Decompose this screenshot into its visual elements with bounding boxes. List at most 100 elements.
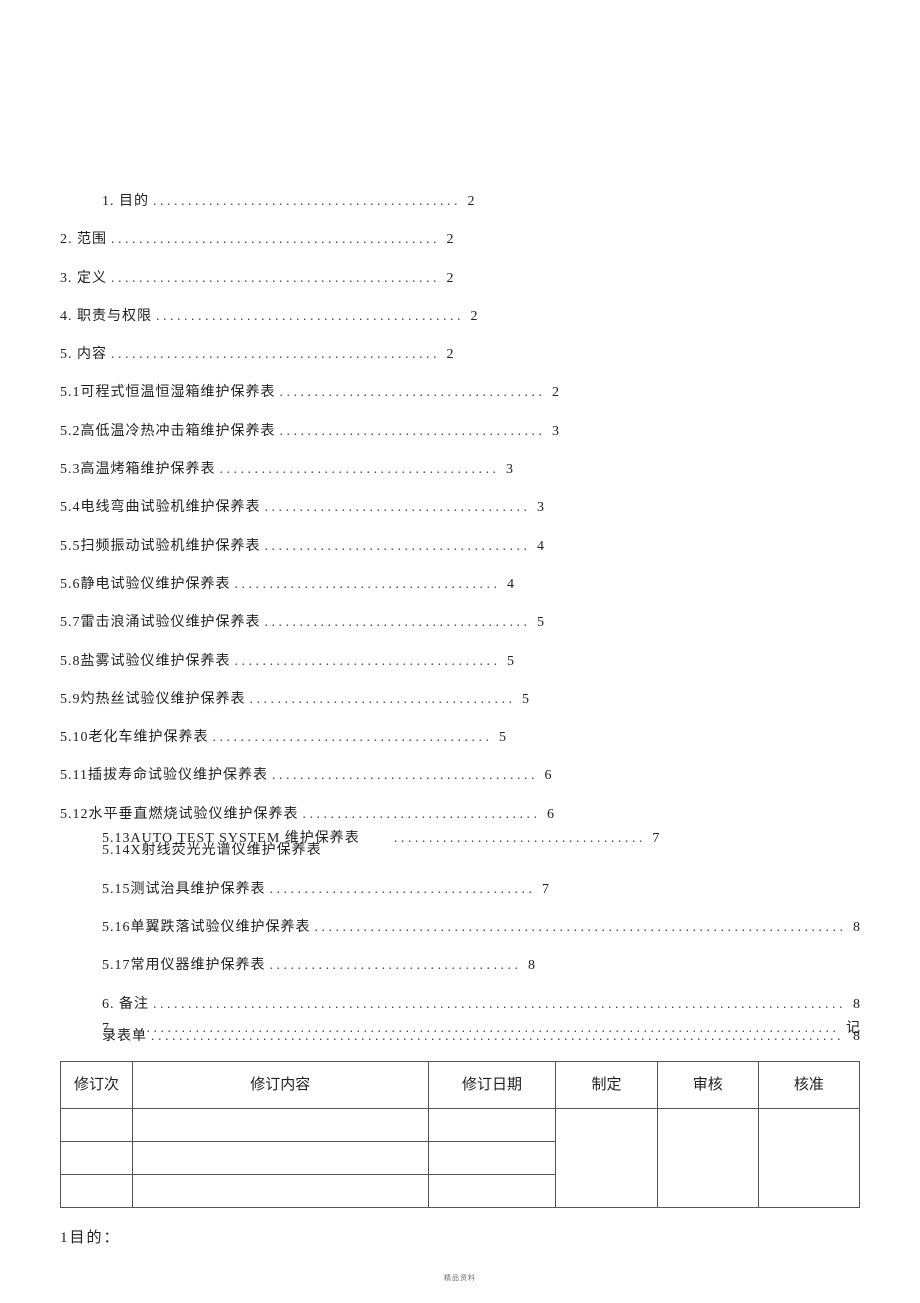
toc-leader-dots: . . . . . . . . . . . . . . . . . . . . … [235,652,498,672]
toc-leader-dots: . . . . . . . . . . . . . . . . . . . . … [235,575,498,595]
toc-leader-dots: . . . . . . . . . . . . . . . . . . . . … [213,728,490,748]
toc-entry: 5.2高低温冷热冲击箱维护保养表 . . . . . . . . . . . .… [60,422,860,442]
toc-leader-dots: . . . . . . . . . . . . . . . . . . . . … [315,918,844,938]
cell-rev [61,1175,133,1208]
toc-label: 5.17常用仪器维护保养表 [102,956,266,976]
toc-label: 5.7雷击浪涌试验仪维护保养表 [60,613,261,633]
toc-leader-dots: . . . . . . . . . . . . . . . . . . . . … [153,192,458,212]
cell-reviewer [657,1109,758,1208]
toc-entry: 5.1可程式恒温恒湿箱维护保养表 . . . . . . . . . . . .… [60,383,860,403]
toc-entry: 2. 范围 . . . . . . . . . . . . . . . . . … [60,230,860,250]
toc-label: 5.3高温烤箱维护保养表 [60,460,216,480]
toc-entry: 1. 目的 . . . . . . . . . . . . . . . . . … [60,192,860,212]
revision-table: 修订次 修订内容 修订日期 制定 审核 核准 [60,1061,860,1208]
cell-content [132,1109,428,1142]
toc-entry: 5.9灼热丝试验仪维护保养表 . . . . . . . . . . . . .… [60,690,860,710]
cell-rev [61,1109,133,1142]
th-reviewer: 审核 [657,1062,758,1109]
toc-leader-dots: . . . . . . . . . . . . . . . . . . . . … [265,613,528,633]
toc-entry: 4. 职责与权限 . . . . . . . . . . . . . . . .… [60,307,860,327]
toc-leader-dots: . . . . . . . . . . . . . . . . . . . . … [265,498,528,518]
toc-label: 5.6静电试验仪维护保养表 [60,575,231,595]
toc-leader-dots: . . . . . . . . . . . . . . . . . . . . … [394,829,643,849]
toc-label: 5.1可程式恒温恒湿箱维护保养表 [60,383,276,403]
toc-leader-dots: . . . . . . . . . . . . . . . . . . . . … [111,269,437,289]
toc-entry: 录表单 . . . . . . . . . . . . . . . . . . … [60,1027,860,1047]
toc-page-number: 2 [552,383,559,403]
toc-label: 2. 范围 [60,230,107,250]
cell-approver [758,1109,859,1208]
toc-page-number: 3 [506,460,513,480]
table-header-row: 修订次 修订内容 修订日期 制定 审核 核准 [61,1062,860,1109]
cell-date [428,1175,556,1208]
toc-leader-dots: . . . . . . . . . . . . . . . . . . . . … [156,307,461,327]
toc-page-number: 4 [507,575,514,595]
toc-label: 5.2高低温冷热冲击箱维护保养表 [60,422,276,442]
toc-page-number: 4 [537,537,544,557]
toc-label: 5.8盐雾试验仪维护保养表 [60,652,231,672]
toc-page-number: 8 [853,1027,860,1047]
toc-entry: 5.3高温烤箱维护保养表 . . . . . . . . . . . . . .… [60,460,860,480]
toc-entry: 5. 内容 . . . . . . . . . . . . . . . . . … [60,345,860,365]
cell-date [428,1109,556,1142]
toc-entry: 5.16单翼跌落试验仪维护保养表 . . . . . . . . . . . .… [60,918,860,938]
toc-page-number: 5 [499,728,506,748]
toc-page-number: 2 [447,269,454,289]
toc-page-number: 3 [537,498,544,518]
toc-leader-dots: . . . . . . . . . . . . . . . . . . . . … [111,345,437,365]
toc-page-number: 5 [537,613,544,633]
th-revision-number: 修订次 [61,1062,133,1109]
toc-entry: 5.7雷击浪涌试验仪维护保养表 . . . . . . . . . . . . … [60,613,860,633]
toc-label: 5.4电线弯曲试验机维护保养表 [60,498,261,518]
th-revision-content: 修订内容 [132,1062,428,1109]
toc-page-number: 2 [468,192,475,212]
cell-content [132,1142,428,1175]
th-revision-date: 修订日期 [428,1062,556,1109]
toc-label: 5.12水平垂直燃烧试验仪维护保养表 [60,805,299,825]
toc-page-number: 2 [447,345,454,365]
toc-label: 录表单 [102,1027,147,1047]
toc-label: 5.11插拔寿命试验仪维护保养表 [60,766,268,786]
toc-leader-dots: . . . . . . . . . . . . . . . . . . . . … [303,805,538,825]
toc-entry: 5.17常用仪器维护保养表 . . . . . . . . . . . . . … [60,956,860,976]
th-approver: 核准 [758,1062,859,1109]
toc-entry: 5.8盐雾试验仪维护保养表 . . . . . . . . . . . . . … [60,652,860,672]
table-row [61,1109,860,1142]
toc-leader-dots: . . . . . . . . . . . . . . . . . . . . … [153,995,843,1015]
toc-entry: 5.11插拔寿命试验仪维护保养表 . . . . . . . . . . . .… [60,766,860,786]
toc-page-number: 2 [447,230,454,250]
toc-entry: 5.5扫频振动试验机维护保养表 . . . . . . . . . . . . … [60,537,860,557]
toc-entry: 5.12水平垂直燃烧试验仪维护保养表 . . . . . . . . . . .… [60,805,860,825]
toc-leader-dots: . . . . . . . . . . . . . . . . . . . . … [111,230,437,250]
toc-entry: 5.15测试治具维护保养表 . . . . . . . . . . . . . … [60,880,860,900]
toc-label: 5.10老化车维护保养表 [60,728,209,748]
cell-date [428,1142,556,1175]
toc-label: 1. 目的 [102,192,149,212]
toc-page-number: 8 [853,918,860,938]
revision-table-wrap: 修订次 修订内容 修订日期 制定 审核 核准 [60,1061,860,1208]
toc-block: 1. 目的 . . . . . . . . . . . . . . . . . … [0,0,920,1047]
toc-entry: 5.4电线弯曲试验机维护保养表 . . . . . . . . . . . . … [60,498,860,518]
section-1-heading: 1目的： [0,1208,920,1250]
toc-entry: 5.6静电试验仪维护保养表 . . . . . . . . . . . . . … [60,575,860,595]
toc-leader-dots: . . . . . . . . . . . . . . . . . . . . … [280,383,543,403]
toc-leader-dots: . . . . . . . . . . . . . . . . . . . . … [151,1027,843,1047]
toc-page-number: 5 [522,690,529,710]
toc-page-number: 5 [507,652,514,672]
cell-rev [61,1142,133,1175]
page-footer: 精品资料 [0,1273,920,1283]
toc-leader-dots: . . . . . . . . . . . . . . . . . . . . … [265,537,528,557]
toc-label: 3. 定义 [60,269,107,289]
toc-label: 5.9灼热丝试验仪维护保养表 [60,690,246,710]
cell-content [132,1175,428,1208]
toc-leader-dots: . . . . . . . . . . . . . . . . . . . . … [220,460,497,480]
toc-entry: 5.10老化车维护保养表 . . . . . . . . . . . . . .… [60,728,860,748]
toc-page-number: 7 [652,829,659,849]
toc-leader-dots: . . . . . . . . . . . . . . . . . . . . … [270,956,519,976]
toc-label: 5. 内容 [60,345,107,365]
toc-page-number: 6 [547,805,554,825]
toc-label: 5.14X射线荧光光谱仪维护保养表 [102,841,322,861]
toc-label: 6. 备注 [102,995,149,1015]
toc-label: 5.15测试治具维护保养表 [102,880,266,900]
toc-leader-dots: . . . . . . . . . . . . . . . . . . . . … [280,422,543,442]
